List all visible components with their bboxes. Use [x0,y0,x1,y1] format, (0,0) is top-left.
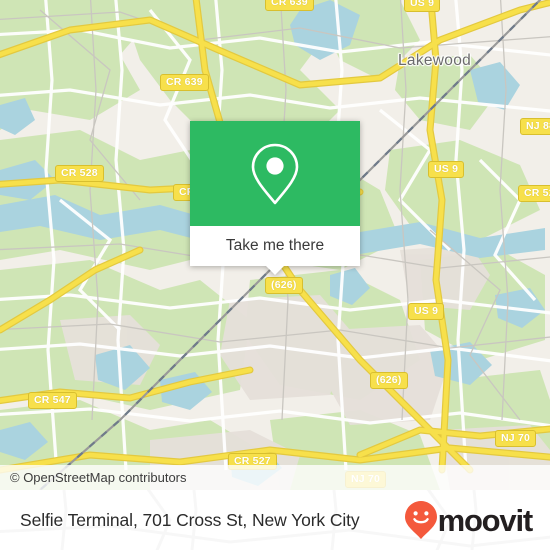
attribution-text[interactable]: © OpenStreetMap contributors [0,470,187,485]
map-attribution: © OpenStreetMap contributors [0,465,550,490]
road-shield[interactable]: NJ 70 [495,430,537,447]
road-shield[interactable]: CR 547 [28,392,77,409]
moovit-wordmark: moovit [437,502,534,538]
road-shield[interactable]: (626) [265,277,303,294]
take-me-there-label: Take me there [225,237,325,254]
screenshot-root: Lakewood CR 639 US 9 CR 639 NJ 88 US 9 C… [0,0,550,550]
road-shield[interactable]: US 9 [408,303,445,320]
road-shield[interactable]: CR 639 [160,74,209,91]
road-shield[interactable]: (626) [370,372,408,389]
popup-pointer [266,266,284,275]
location-popup-card: Take me there [190,121,360,275]
location-title: Selfie Terminal, 701 Cross St, New York … [20,509,360,530]
road-shield[interactable]: CR 639 [265,0,314,11]
map-canvas[interactable]: Lakewood CR 639 US 9 CR 639 NJ 88 US 9 C… [0,0,550,490]
popup-icon-area [190,121,360,226]
moovit-brand[interactable]: moovit [404,500,534,540]
road-shield[interactable]: CR 528 [55,165,104,182]
road-shield[interactable]: US 9 [428,161,465,178]
moovit-smiley-pin-icon [404,501,437,539]
footer-bar: Selfie Terminal, 701 Cross St, New York … [0,490,550,550]
city-label-lakewood: Lakewood [398,52,472,69]
road-shield[interactable]: US 9 [404,0,441,12]
map-pin-icon [251,143,299,204]
take-me-there-button[interactable]: Take me there [190,226,360,275]
road-shield[interactable]: NJ 88 [520,118,550,135]
road-shield[interactable]: CR 527 [518,185,550,202]
